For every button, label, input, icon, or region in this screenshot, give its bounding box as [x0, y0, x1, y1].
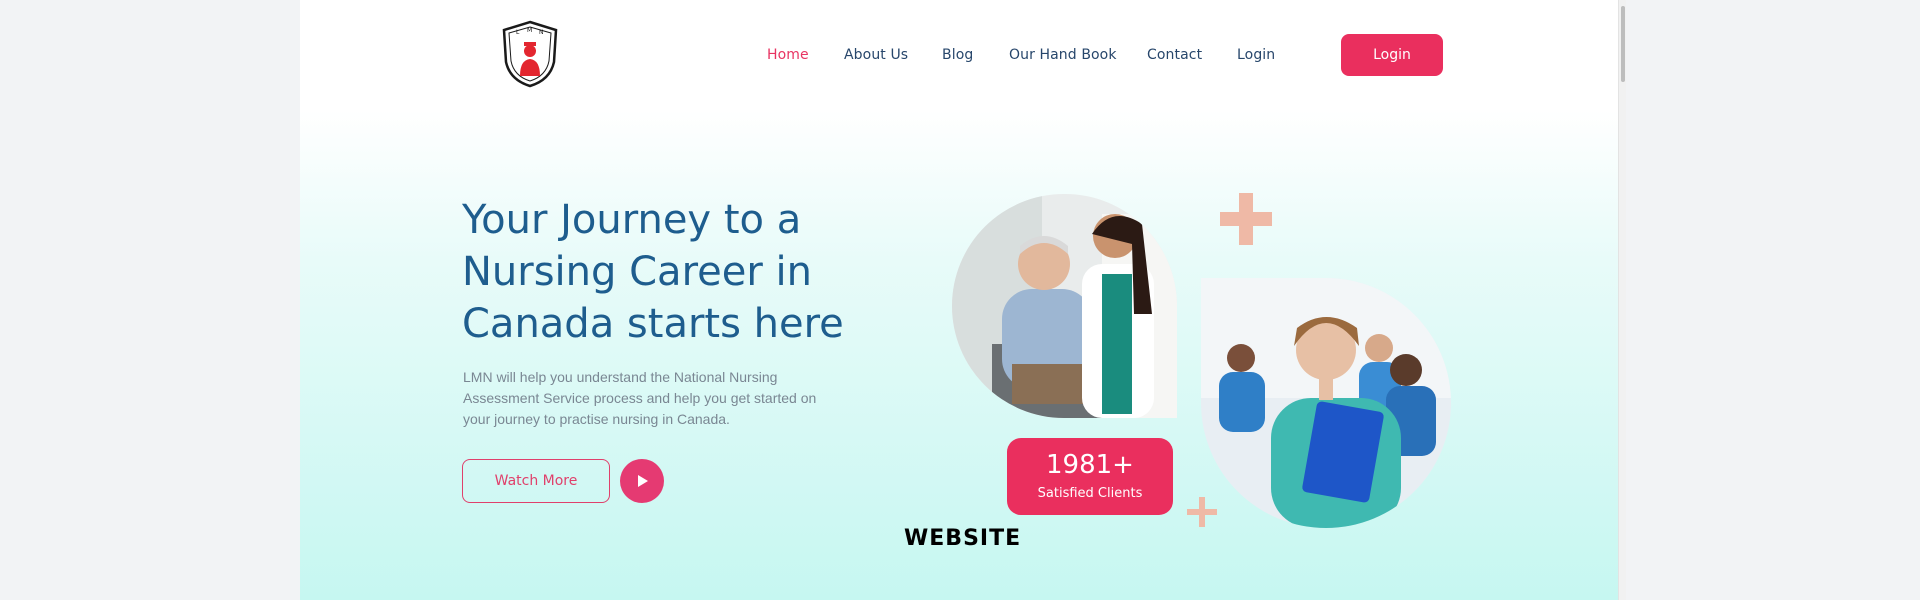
scrollbar[interactable]	[1618, 0, 1626, 600]
plus-icon	[1220, 193, 1272, 249]
hero-title-line-1: Your Journey to a	[462, 197, 802, 243]
scrollbar-thumb[interactable]	[1621, 6, 1625, 82]
play-button[interactable]	[620, 459, 664, 503]
hero-description: LMN will help you understand the Nationa…	[463, 369, 817, 427]
stats-card: 1981+ Satisfied Clients	[1007, 438, 1173, 515]
logo-letter-m: M	[527, 27, 532, 34]
nav-our-hand-book[interactable]: Our Hand Book	[1009, 47, 1117, 63]
watch-more-button[interactable]: Watch More	[462, 459, 610, 503]
nav-login[interactable]: Login	[1237, 47, 1275, 63]
stats-number: 1981+	[1046, 450, 1134, 480]
logo-shield-icon: L M N	[502, 20, 558, 88]
logo[interactable]: L M N	[496, 18, 564, 90]
nav-about-us[interactable]: About Us	[844, 47, 908, 63]
website-watermark: WEBSITE	[904, 526, 1022, 551]
page: L M N Home About Us Blog Our Hand Book C…	[300, 0, 1618, 600]
plus-icon	[1187, 497, 1217, 531]
logo-letter-n: N	[539, 29, 544, 36]
hero-title-line-2: Nursing Career in	[462, 249, 812, 295]
nav-contact[interactable]: Contact	[1147, 47, 1202, 63]
nav-blog[interactable]: Blog	[942, 47, 973, 63]
hero-title: Your Journey to a Nursing Career in Cana…	[462, 194, 882, 350]
nav-home[interactable]: Home	[767, 47, 809, 63]
play-icon	[638, 475, 648, 487]
hero-title-line-3: Canada starts here	[462, 301, 844, 347]
login-button[interactable]: Login	[1341, 34, 1443, 76]
hero-image-nurse-patient	[952, 194, 1177, 418]
stats-label: Satisfied Clients	[1037, 486, 1143, 501]
hero-image-nurse-clipboard	[1201, 278, 1451, 528]
